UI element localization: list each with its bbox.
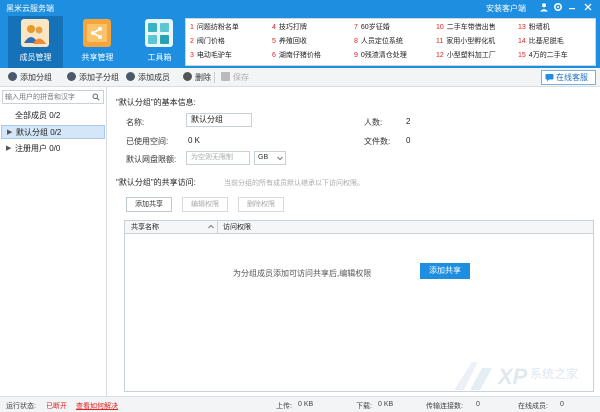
tree-default-group[interactable]: ▶ 默认分组 0/2 [1, 125, 105, 139]
status-bar: 运行状态: 已断开 查看如何解决 上传: 0 KB 下载: 0 KB 传输连接数… [0, 396, 600, 412]
basic-info-title: "默认分组"的基本信息: [116, 98, 196, 107]
sort-icon [207, 222, 215, 234]
promo-item[interactable]: 13 粉墙机 [518, 22, 550, 32]
quota-label: 默认网盘限额: [126, 155, 177, 164]
tree-all-members[interactable]: 全部成员 0/2 [1, 109, 105, 123]
promo-item[interactable]: 7 60岁征婚 [354, 22, 390, 32]
column-divider [217, 221, 218, 234]
header-band: 成员管理 共享管理 工具箱 1 问题纺粉名单 2 阀门价格 3 电动毛驴车 4 … [0, 16, 600, 68]
empty-state-text: 为分组成员添加可访问共享后,编辑权限 [233, 269, 372, 278]
people-value: 2 [406, 117, 411, 126]
edit-permission-button[interactable]: 编辑权限 [182, 197, 228, 212]
watermark-logo: XP 系统之家 [452, 356, 592, 396]
upload-value: 0 KB [298, 401, 314, 408]
promo-item[interactable]: 4 技巧打牌 [272, 22, 307, 32]
add-share-primary-button[interactable]: 添加共享 [420, 263, 470, 279]
add-subgroup-icon [67, 72, 76, 81]
file-count-value: 0 [406, 136, 411, 145]
online-members-value: 0 [560, 401, 564, 408]
promo-item[interactable]: 3 电动毛驴车 [190, 50, 232, 60]
nav-members-label: 成员管理 [19, 53, 52, 62]
promo-item[interactable]: 9 0残渣清仓处理 [354, 50, 407, 60]
connections-value: 0 [476, 401, 480, 408]
online-service-button[interactable]: 在线客服 [541, 70, 596, 85]
share-access-title: "默认分组"的共享访问: [116, 178, 196, 187]
save-icon [221, 72, 230, 81]
nav-share-label: 共享管理 [81, 53, 114, 62]
chevron-down-icon [277, 152, 283, 169]
delete-permission-button[interactable]: 删除权限 [238, 197, 284, 212]
share-access-hint: 当前分组的所有成员默认继承以下访问权限。 [224, 180, 364, 187]
title-bar: 黑米云服务端 安装客户端 [0, 0, 600, 16]
user-icon[interactable] [538, 2, 550, 14]
sidebar: 全部成员 0/2 ▶ 默认分组 0/2 ▶ 注册用户 0/0 [0, 87, 107, 396]
download-label: 下载: [356, 403, 372, 410]
people-label: 人数: [364, 118, 383, 127]
share-table-header: 共享名称 访问权限 [125, 221, 593, 234]
member-search-input[interactable] [5, 92, 89, 102]
search-icon[interactable] [92, 93, 100, 101]
connections-label: 传输连接数: [426, 403, 463, 410]
promo-item[interactable]: 1 问题纺粉名单 [190, 22, 239, 32]
minimize-icon[interactable] [566, 2, 578, 14]
view-fix-link[interactable]: 查看如何解决 [76, 401, 118, 411]
save-button[interactable]: 保存 [221, 71, 249, 84]
upload-label: 上传: [276, 403, 292, 410]
promo-item[interactable]: 14 比基尼脱毛 [518, 36, 564, 46]
promo-item[interactable]: 8 人员定位系统 [354, 36, 403, 46]
watermark-text: 系统之家 [530, 366, 578, 381]
expand-arrow-icon[interactable]: ▶ [6, 142, 11, 156]
nav-toolbox[interactable]: 工具箱 [132, 16, 187, 68]
add-group-icon [8, 72, 17, 81]
promo-item[interactable]: 2 阀门价格 [190, 36, 225, 46]
used-space-value: 0 K [188, 136, 201, 145]
quota-unit-select[interactable]: GB [254, 151, 286, 165]
toolbar-divider [214, 72, 215, 83]
used-space-label: 已使用空间: [126, 137, 169, 146]
main-panel: "默认分组"的基本信息: 名称: 默认分组 人数: 2 已使用空间: 0 K 文… [108, 87, 600, 396]
col-share-name[interactable]: 共享名称 [127, 221, 217, 234]
nav-share[interactable]: 共享管理 [70, 16, 125, 68]
settings-icon[interactable] [552, 2, 564, 14]
promo-item[interactable]: 11 家用小型孵化机 [436, 36, 495, 46]
online-members-label: 在线成员: [518, 403, 548, 410]
name-label: 名称: [126, 118, 145, 127]
promo-item[interactable]: 5 养殖回收 [272, 36, 307, 46]
expand-arrow-icon[interactable]: ▶ [7, 126, 12, 140]
promo-panel: 1 问题纺粉名单 2 阀门价格 3 电动毛驴车 4 技巧打牌 5 养殖回收 6 湖南仔猪价格… [185, 18, 596, 66]
run-status-label: 运行状态: [6, 403, 36, 410]
download-value: 0 KB [378, 401, 394, 408]
add-share-button[interactable]: 添加共享 [126, 197, 172, 212]
nav-toolbox-label: 工具箱 [147, 53, 172, 62]
svg-text:XP: XP [496, 364, 528, 389]
promo-item[interactable]: 12 小型塑料加工厂 [436, 50, 496, 60]
run-status-value: 已断开 [46, 403, 67, 410]
add-subgroup-button[interactable]: 添加子分组 [67, 71, 119, 84]
members-icon [21, 19, 49, 47]
group-name-field[interactable]: 默认分组 [186, 113, 252, 127]
promo-item[interactable]: 10 二手车带借出售 [436, 22, 496, 32]
share-icon [83, 19, 111, 47]
add-group-button[interactable]: 添加分组 [8, 71, 52, 84]
file-count-label: 文件数: [364, 137, 391, 146]
promo-item[interactable]: 15 4万的二手车 [518, 50, 568, 60]
quota-input[interactable]: 为空则无限制 [186, 151, 250, 165]
install-client-link[interactable]: 安装客户端 [486, 3, 526, 14]
app-title: 黑米云服务端 [6, 4, 54, 13]
close-icon[interactable] [582, 2, 594, 14]
toolbox-icon [145, 19, 173, 47]
nav-members[interactable]: 成员管理 [8, 16, 63, 68]
promo-item[interactable]: 6 湖南仔猪价格 [272, 50, 321, 60]
toolbar: 添加分组 添加子分组 添加成员 删除 保存 在线客服 [0, 68, 600, 87]
member-search[interactable] [2, 90, 104, 104]
delete-icon [183, 72, 192, 81]
add-member-button[interactable]: 添加成员 [126, 71, 170, 84]
tree-registered-users[interactable]: ▶ 注册用户 0/0 [1, 142, 105, 156]
col-access[interactable]: 访问权限 [219, 221, 319, 234]
add-member-icon [126, 72, 135, 81]
delete-button[interactable]: 删除 [183, 71, 211, 84]
chat-icon [545, 73, 554, 86]
